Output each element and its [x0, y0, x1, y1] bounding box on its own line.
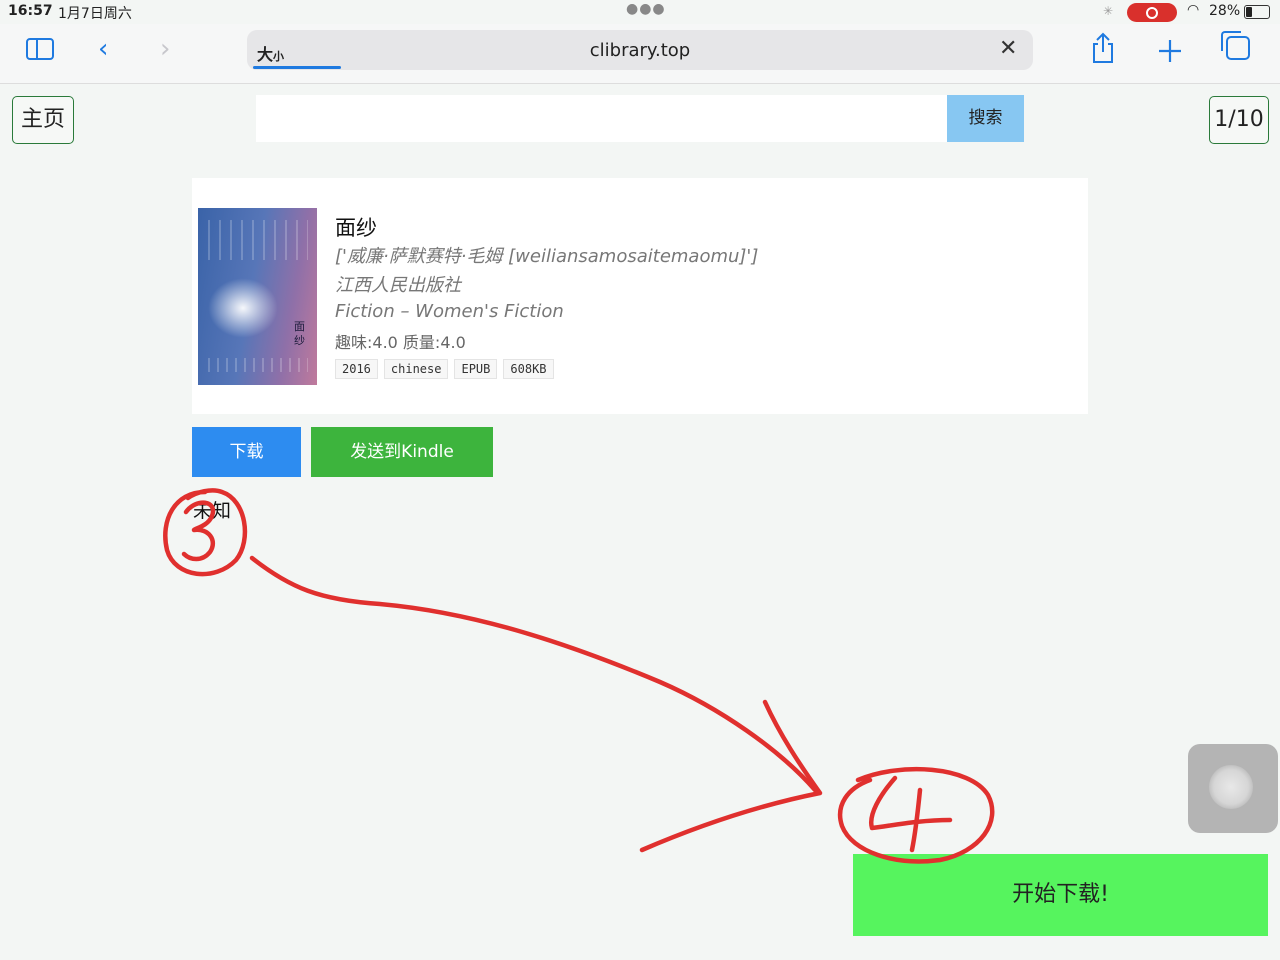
download-status-text: 未知 [193, 500, 232, 522]
book-cover[interactable]: 面纱 [198, 208, 317, 385]
annotation-circle-4 [837, 766, 995, 864]
battery-percent: 28% [1209, 3, 1241, 19]
assistive-touch-button[interactable] [1188, 744, 1278, 833]
sidebar-icon[interactable] [26, 38, 54, 60]
status-date: 1月7日周六 [58, 6, 132, 22]
annotation-digit-4 [868, 775, 953, 853]
screen-recording-icon[interactable] [1127, 3, 1177, 22]
activity-spinner-icon: ✳ [1103, 4, 1114, 18]
annotation-arrowhead [639, 699, 823, 853]
multitasking-dots-icon[interactable]: ●●● [626, 1, 666, 17]
annotation-layer [163, 488, 995, 864]
book-author: ['威廉·萨默赛特·毛姆 [weiliansamosaitemaomu]'] [335, 246, 759, 267]
battery-icon [1244, 5, 1270, 19]
tag-language: chinese [383, 359, 449, 379]
book-publisher: 江西人民出版社 [335, 275, 461, 296]
tag-year: 2016 [335, 359, 378, 379]
download-button[interactable]: 下载 [192, 427, 301, 477]
wifi-icon: ◠ [1187, 2, 1200, 18]
page-load-progress [253, 66, 341, 69]
search-button[interactable]: 搜索 [947, 95, 1024, 142]
search-input[interactable] [256, 95, 947, 142]
status-time: 16:57 [8, 3, 53, 19]
book-tags: 2016 chinese EPUB 608KB [335, 359, 554, 379]
book-category: Fiction – Women's Fiction [335, 301, 564, 322]
book-rating: 趣味:4.0 质量:4.0 [335, 333, 466, 352]
cover-title: 面纱 [294, 320, 305, 347]
home-button[interactable]: 主页 [12, 96, 74, 144]
book-title[interactable]: 面纱 [335, 212, 377, 242]
back-icon[interactable]: ‹ [98, 34, 108, 64]
address-bar[interactable]: 大小 clibrary.top ✕ [247, 30, 1033, 70]
new-tab-icon[interactable] [1157, 38, 1183, 64]
tabs-overview-icon[interactable] [1221, 31, 1250, 60]
start-download-button[interactable]: 开始下载! [853, 854, 1268, 936]
close-icon[interactable]: ✕ [999, 36, 1017, 61]
url-text[interactable]: clibrary.top [247, 40, 1033, 61]
annotation-arrow-line [249, 555, 818, 793]
status-bar: 16:57 1月7日周六 ●●● ✳ ◠ 28% [0, 0, 1280, 24]
send-to-kindle-button[interactable]: 发送到Kindle [311, 427, 493, 477]
tag-format: EPUB [454, 359, 498, 379]
share-icon[interactable] [1090, 32, 1116, 64]
forward-icon[interactable]: › [160, 34, 170, 64]
browser-toolbar: ‹ › 大小 clibrary.top ✕ [0, 24, 1280, 84]
page-indicator-button[interactable]: 1/10 [1209, 96, 1269, 144]
tag-size: 608KB [503, 359, 554, 379]
book-card: 面纱 面纱 ['威廉·萨默赛特·毛姆 [weiliansamosaitemaom… [192, 178, 1088, 414]
